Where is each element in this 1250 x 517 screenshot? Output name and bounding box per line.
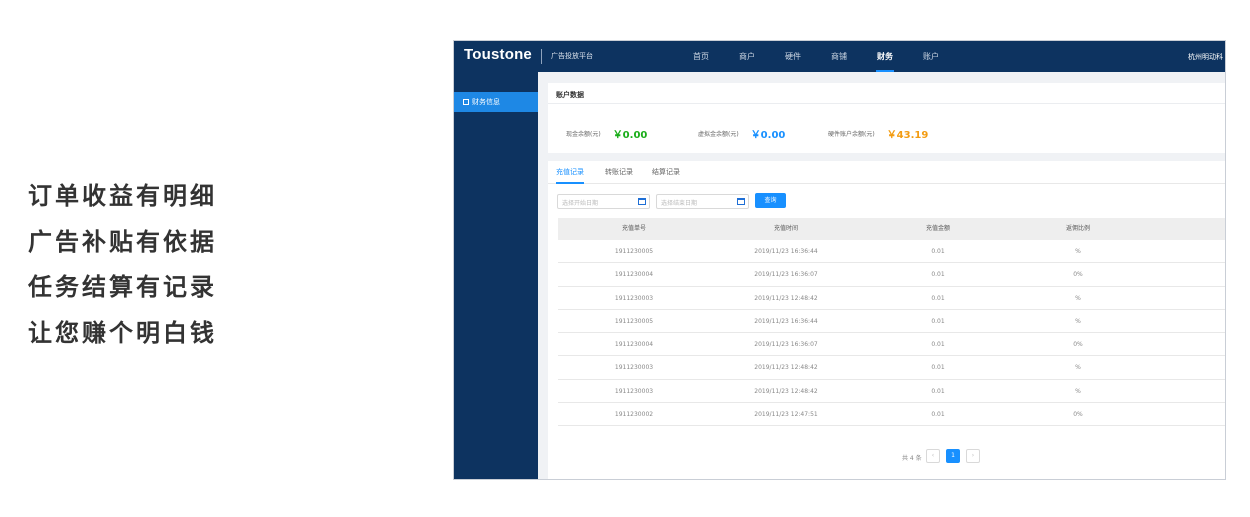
table-row[interactable]: 1911230005 2019/11/23 16:36:44 0.01 % — [558, 310, 1225, 333]
calendar-icon[interactable] — [737, 198, 745, 205]
account-data-card: 账户数据 现金余额(元) ￥0.00 虚拟金余额(元) ￥0.00 硬件账户余额(元… — [548, 83, 1225, 153]
cash-balance-label: 现金余额(元) — [566, 131, 601, 138]
app-screenshot: Toustone 广告投放平台 首页 商户 硬件 商铺 财务 账户 杭州明动科 … — [453, 40, 1226, 480]
amount-cell: 0.01 — [931, 387, 945, 395]
table-header-row: 充值单号 充值时间 充值金额 返佣比例 — [558, 218, 1225, 240]
hardware-balance-value: ￥43.19 — [886, 130, 929, 141]
slogan-block: 订单收益有明细 广告补贴有依据 任务结算有记录 让您赚个明白钱 — [28, 174, 217, 356]
calendar-icon[interactable] — [638, 198, 646, 205]
commission-cell: % — [1075, 294, 1081, 302]
commission-cell: % — [1075, 387, 1081, 395]
nav-account[interactable]: 账户 — [908, 41, 954, 72]
table-row[interactable]: 1911230003 2019/11/23 12:48:42 0.01 % — [558, 380, 1225, 403]
recharge-time-cell: 2019/11/23 12:47:51 — [754, 410, 818, 418]
commission-cell: 0% — [1073, 271, 1083, 279]
end-date-input[interactable]: 选择结束日期 — [656, 194, 749, 209]
tab-settlement-records[interactable]: 结算记录 — [652, 161, 680, 184]
finance-info-icon — [463, 99, 469, 105]
order-number-cell: 1911230004 — [614, 271, 654, 279]
search-button[interactable]: 查询 — [755, 193, 786, 208]
commission-cell: % — [1075, 248, 1081, 255]
column-header: 充值金额 — [925, 225, 950, 232]
table-row[interactable]: 1911230004 2019/11/23 16:36:07 0.01 0% — [558, 333, 1225, 357]
end-date-placeholder: 选择结束日期 — [661, 200, 698, 207]
table-row[interactable]: 1911230004 2019/11/23 16:36:07 0.01 0% — [558, 263, 1225, 287]
sidebar-item-finance-info[interactable]: 财务信息 — [454, 92, 538, 112]
commission-cell: 0% — [1073, 341, 1083, 348]
company-name[interactable]: 杭州明动科 — [1188, 52, 1223, 62]
nav-hardware[interactable]: 硬件 — [770, 41, 816, 72]
prev-page-button[interactable]: ‹ — [926, 449, 940, 463]
order-number-cell: 1911230003 — [614, 294, 654, 302]
amount-cell: 0.01 — [931, 248, 945, 255]
page-1-button[interactable]: 1 — [946, 449, 960, 463]
virtual-balance: 虚拟金余额(元) ￥0.00 — [698, 123, 785, 142]
nav-merchants[interactable]: 商户 — [724, 41, 770, 72]
records-tabs: 充值记录 转账记录 结算记录 — [548, 161, 1225, 184]
commission-cell: % — [1075, 317, 1081, 325]
amount-cell: 0.01 — [931, 364, 945, 372]
next-page-button[interactable]: › — [966, 449, 980, 463]
virtual-balance-value: ￥0.00 — [750, 130, 786, 141]
hardware-balance-label: 硬件账户余额(元) — [828, 131, 875, 138]
cash-balance: 现金余额(元) ￥0.00 — [566, 123, 647, 142]
table-row[interactable]: 1911230003 2019/11/23 12:48:42 0.01 % — [558, 356, 1225, 380]
account-card-title: 账户数据 — [556, 91, 584, 99]
amount-cell: 0.01 — [931, 317, 945, 325]
recharge-time-cell: 2019/11/23 16:36:44 — [754, 248, 818, 255]
order-number-cell: 1911230003 — [614, 387, 654, 395]
nav-home[interactable]: 首页 — [678, 41, 724, 72]
sidebar-item-label: 财务信息 — [472, 98, 500, 106]
virtual-balance-label: 虚拟金余额(元) — [698, 131, 739, 138]
order-number-cell: 1911230003 — [614, 364, 654, 372]
top-navbar: Toustone 广告投放平台 首页 商户 硬件 商铺 财务 账户 杭州明动科 — [454, 41, 1225, 72]
slogan-line: 让您赚个明白钱 — [28, 318, 217, 347]
slogan-line: 任务结算有记录 — [28, 273, 217, 301]
table-row[interactable]: 1911230002 2019/11/23 12:47:51 0.01 0% — [558, 403, 1225, 426]
slogan-line: 订单收益有明细 — [28, 182, 217, 210]
amount-cell: 0.01 — [931, 294, 945, 302]
commission-cell: 0% — [1073, 410, 1083, 418]
sidebar: 财务信息 — [454, 72, 538, 479]
total-count: 共 4 条 — [902, 455, 922, 462]
amount-cell: 0.01 — [931, 271, 945, 279]
recharge-time-cell: 2019/11/23 12:48:42 — [754, 387, 818, 395]
recharge-time-cell: 2019/11/23 12:48:42 — [754, 294, 818, 302]
page: 订单收益有明细 广告补贴有依据 任务结算有记录 让您赚个明白钱 Toustone… — [0, 0, 1250, 517]
main-nav: 首页 商户 硬件 商铺 财务 账户 — [678, 41, 954, 72]
recharge-time-cell: 2019/11/23 12:48:42 — [754, 364, 818, 372]
recharge-time-cell: 2019/11/23 16:36:07 — [754, 341, 818, 348]
hardware-balance: 硬件账户余额(元) ￥43.19 — [828, 123, 928, 142]
recharge-time-cell: 2019/11/23 16:36:07 — [754, 271, 818, 279]
column-header: 返佣比例 — [1065, 225, 1090, 232]
logo-divider — [541, 49, 542, 64]
order-number-cell: 1911230005 — [614, 248, 654, 255]
column-header: 充值单号 — [621, 225, 646, 232]
cash-balance-value: ￥0.00 — [612, 130, 648, 141]
brand-logo[interactable]: Toustone — [464, 46, 532, 63]
recharge-table: 充值单号 充值时间 充值金额 返佣比例 1911230005 2019/11/2… — [558, 218, 1225, 426]
slogan-line: 广告补贴有依据 — [28, 227, 217, 256]
records-card: 充值记录 转账记录 结算记录 选择开始日期 选择结束日期 查询 充值单号 充值时… — [548, 161, 1225, 479]
table-row[interactable]: 1911230003 2019/11/23 12:48:42 0.01 % — [558, 287, 1225, 310]
recharge-time-cell: 2019/11/23 16:36:44 — [754, 317, 818, 325]
card-divider — [548, 103, 1225, 104]
tab-transfer-records[interactable]: 转账记录 — [605, 161, 633, 184]
nav-shops[interactable]: 商铺 — [816, 41, 862, 72]
table-row[interactable]: 1911230005 2019/11/23 16:36:44 0.01 % — [558, 240, 1225, 264]
column-header: 充值时间 — [773, 225, 798, 232]
order-number-cell: 1911230002 — [614, 410, 654, 418]
platform-name: 广告投放平台 — [551, 52, 593, 60]
start-date-placeholder: 选择开始日期 — [562, 200, 599, 207]
order-number-cell: 1911230004 — [614, 341, 654, 348]
start-date-input[interactable]: 选择开始日期 — [557, 194, 650, 209]
nav-finance[interactable]: 财务 — [862, 41, 908, 72]
order-number-cell: 1911230005 — [614, 317, 654, 325]
commission-cell: % — [1075, 364, 1081, 372]
tab-recharge-records[interactable]: 充值记录 — [556, 161, 584, 184]
amount-cell: 0.01 — [931, 410, 945, 418]
amount-cell: 0.01 — [931, 341, 945, 348]
